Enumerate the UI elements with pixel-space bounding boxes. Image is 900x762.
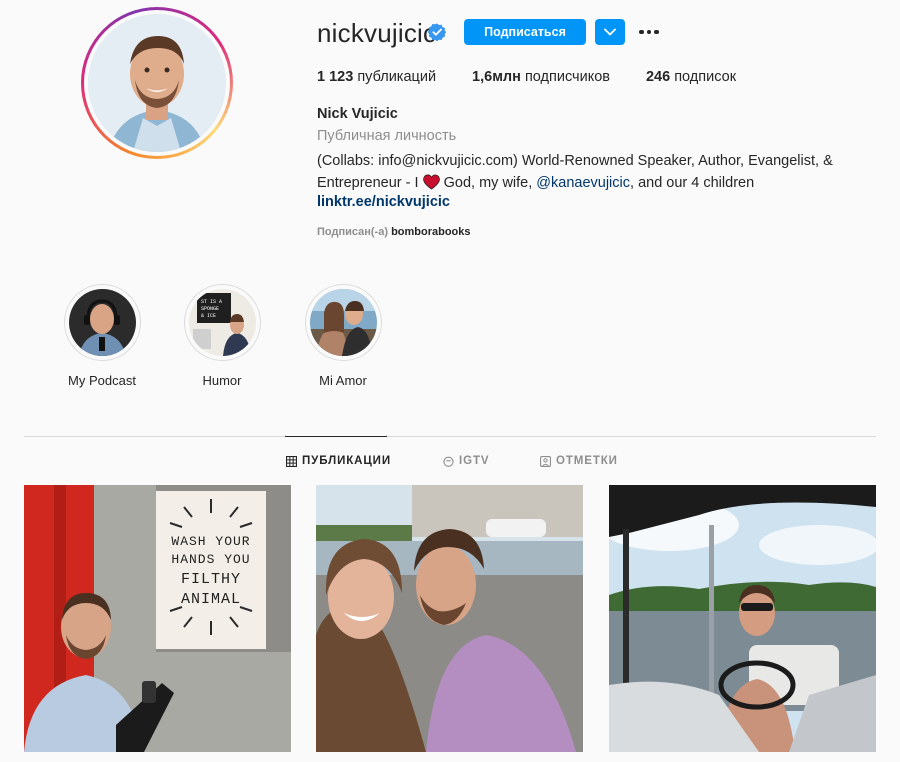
bio-line-1: (Collabs: info@nickvujicic.com) World-Re… (317, 153, 833, 169)
highlight-ring: ST IS A SPONGE & ICE (183, 284, 261, 361)
heart-icon (422, 174, 440, 190)
profile-avatar[interactable] (88, 14, 226, 152)
highlight-label: Humor (202, 373, 242, 388)
highlight-label: My Podcast (68, 373, 136, 388)
username: nickvujicic (317, 18, 437, 48)
profile-avatar-ring[interactable] (81, 7, 233, 159)
post-thumbnail[interactable]: WASH YOUR HANDS YOU FILTHY ANIMAL (24, 485, 291, 752)
tabs-divider (24, 436, 876, 437)
verified-badge-icon (427, 23, 447, 42)
grid-icon (286, 455, 297, 467)
more-options-icon[interactable] (636, 22, 662, 42)
tab-tagged[interactable]: ОТМЕТКИ (540, 455, 618, 467)
highlight-mi-amor[interactable]: Mi Amor (298, 284, 388, 388)
highlight-cover: ST IS A SPONGE & ICE (188, 289, 256, 356)
tab-label: IGTV (459, 455, 490, 467)
highlight-label: Mi Amor (319, 373, 367, 388)
mention-link[interactable]: @kanaevujicic (536, 175, 630, 191)
svg-text:SPONGE: SPONGE (201, 306, 219, 312)
tab-igtv[interactable]: IGTV (443, 455, 489, 467)
post-thumbnail[interactable] (316, 485, 583, 752)
followed-by[interactable]: Подписан(-а) bomborabooks (317, 226, 471, 238)
highlight-ring (63, 284, 141, 361)
highlight-cover (68, 289, 136, 356)
posts-count: 1 123 публикаций (317, 69, 437, 85)
igtv-icon (443, 456, 454, 467)
tab-label: ПУБЛИКАЦИИ (302, 455, 391, 467)
highlight-humor[interactable]: ST IS A SPONGE & ICE Humor (177, 284, 267, 388)
follow-button[interactable]: Подписаться (464, 19, 586, 45)
bio: (Collabs: info@nickvujicic.com) World-Re… (317, 150, 857, 194)
svg-text:FILTHY: FILTHY (181, 571, 241, 588)
highlight-cover (309, 289, 377, 356)
profile-category: Публичная личность (317, 128, 457, 144)
tab-posts[interactable]: ПУБЛИКАЦИИ (286, 455, 391, 467)
active-tab-indicator (285, 436, 387, 437)
suggested-dropdown-button[interactable] (595, 19, 625, 45)
post-thumbnail[interactable] (609, 485, 876, 752)
highlight-ring (304, 284, 382, 361)
tagged-icon (540, 455, 551, 467)
svg-text:HANDS YOU: HANDS YOU (171, 552, 250, 567)
highlight-my-podcast[interactable]: My Podcast (57, 284, 147, 388)
bio-line-2: Entrepreneur - I God, my wife, @kanaevuj… (317, 174, 755, 191)
tab-label: ОТМЕТКИ (556, 455, 618, 467)
svg-text:& ICE: & ICE (201, 313, 216, 319)
external-link[interactable]: linktr.ee/nickvujicic (317, 194, 450, 210)
svg-text:ANIMAL: ANIMAL (181, 591, 241, 608)
full-name: Nick Vujicic (317, 106, 398, 122)
svg-text:WASH YOUR: WASH YOUR (171, 534, 250, 549)
chevron-down-icon (604, 28, 616, 36)
following-link[interactable]: 246 подписок (646, 69, 736, 85)
profile-stats: 1 123 публикаций 1,6млн подписчиков 246 … (317, 69, 772, 85)
followers-link[interactable]: 1,6млн подписчиков (472, 69, 610, 85)
svg-text:ST IS A: ST IS A (201, 299, 222, 305)
